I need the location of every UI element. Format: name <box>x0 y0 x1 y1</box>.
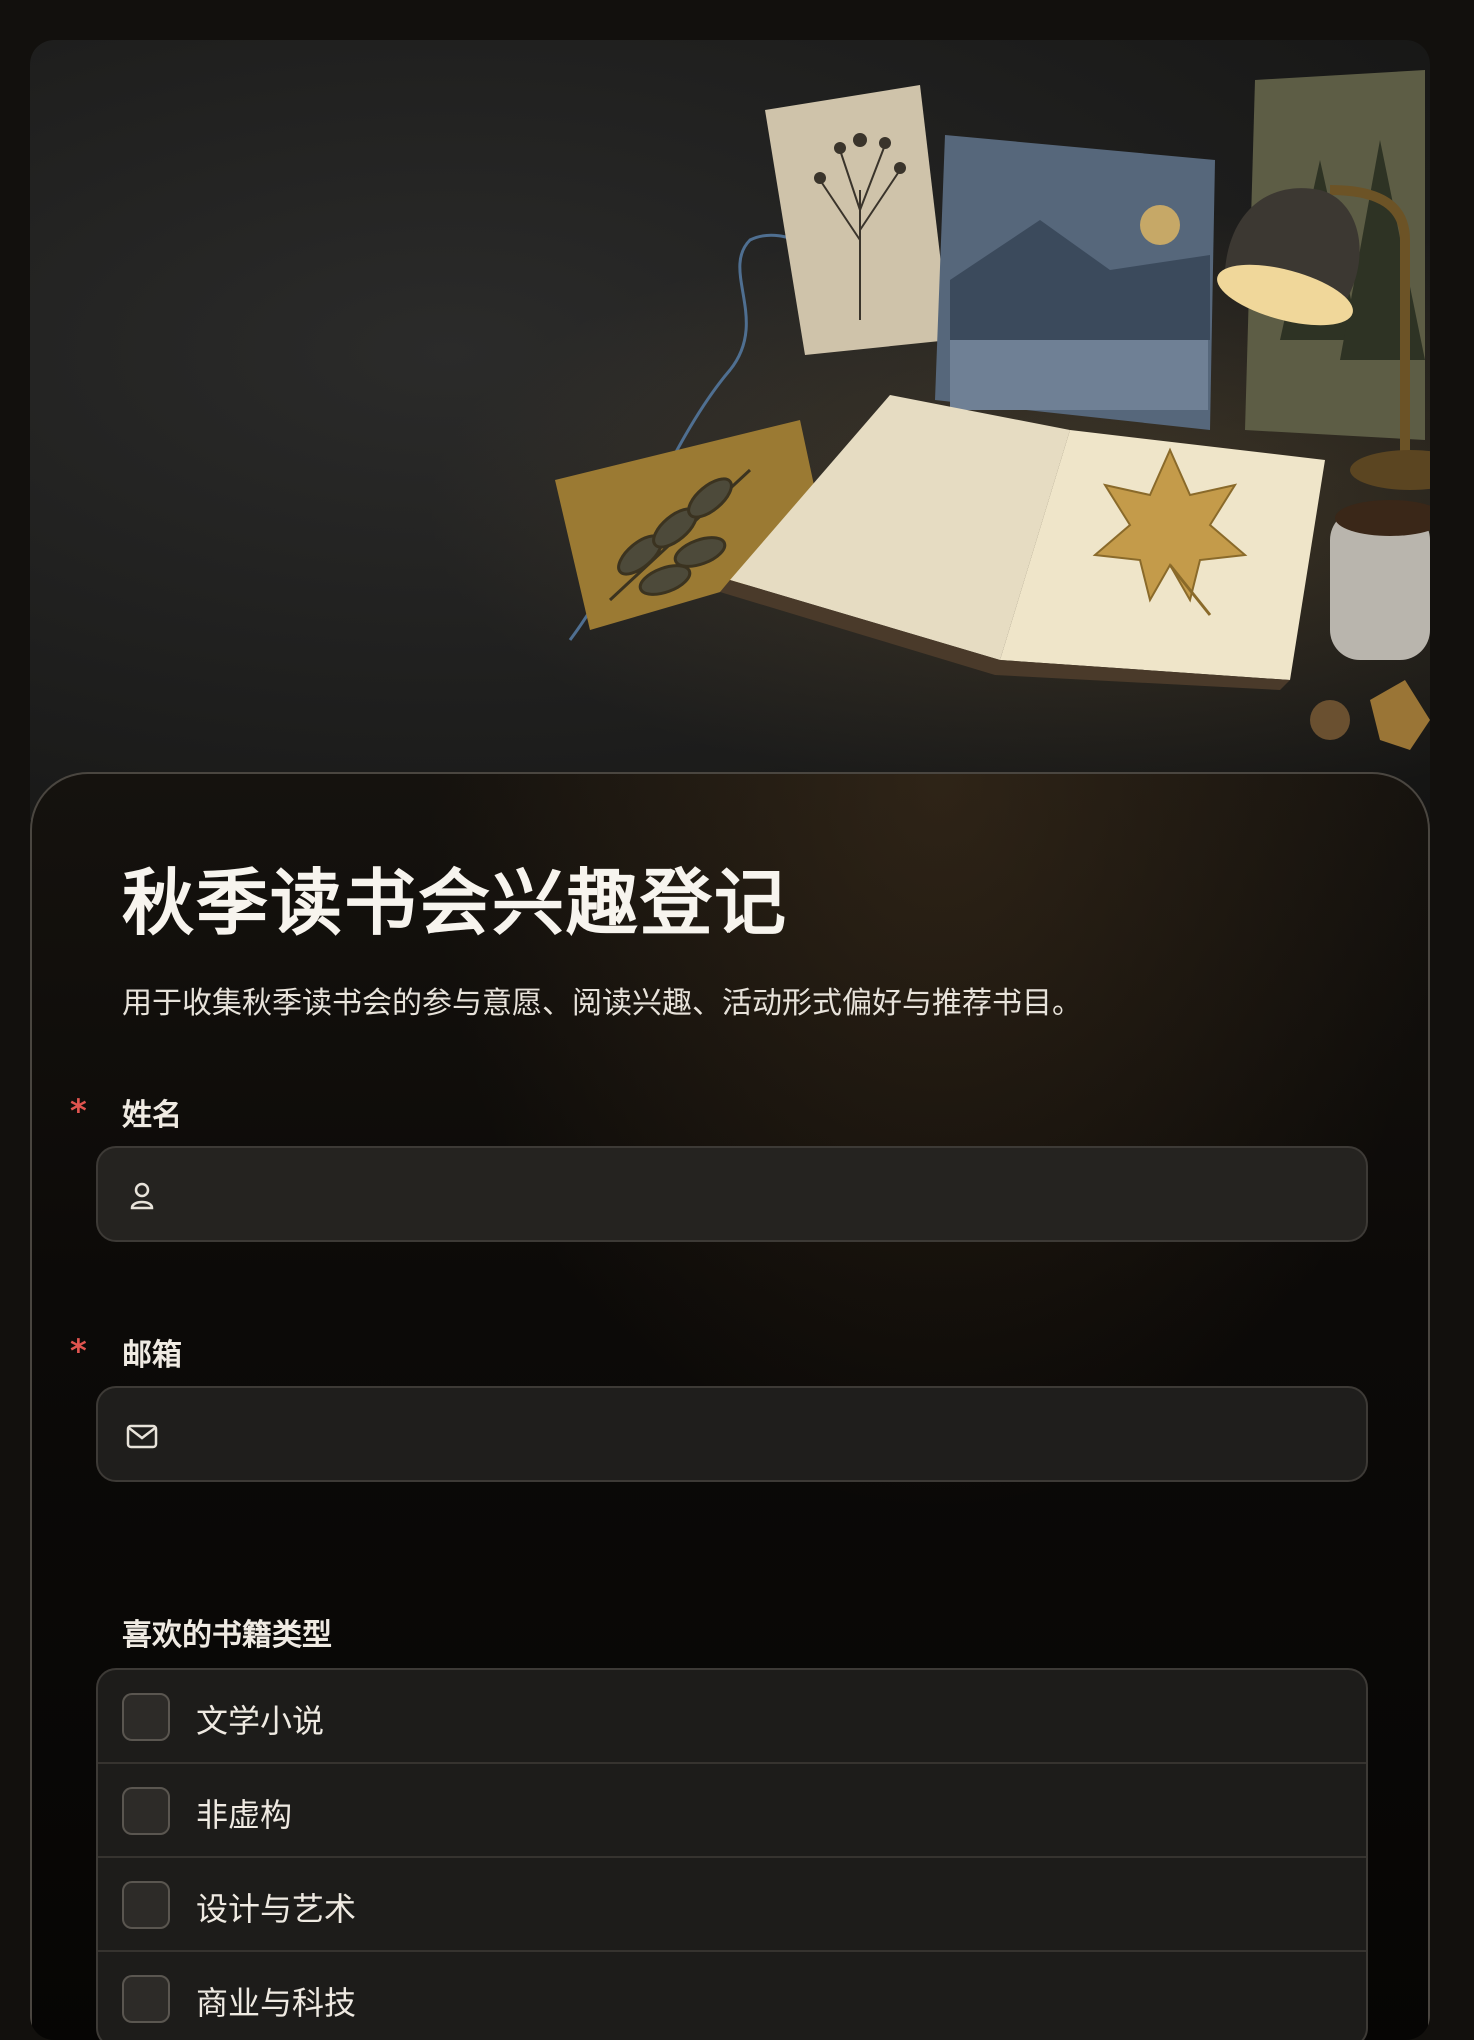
email-input[interactable] <box>178 1388 1346 1480</box>
hero-illustration <box>30 40 1430 820</box>
name-label: 姓名 <box>122 1098 182 1133</box>
user-icon <box>124 1178 160 1214</box>
form-card: 秋季读书会兴趣登记 用于收集秋季读书会的参与意愿、阅读兴趣、活动形式偏好与推荐书… <box>30 772 1430 2040</box>
required-asterisk: * <box>70 1332 87 1370</box>
mail-icon <box>124 1418 160 1454</box>
checkbox[interactable] <box>122 1693 170 1741</box>
genre-option-design-art[interactable]: 设计与艺术 <box>98 1858 1366 1952</box>
form-description: 用于收集秋季读书会的参与意愿、阅读兴趣、活动形式偏好与推荐书目。 <box>122 986 1082 1021</box>
option-label: 设计与艺术 <box>196 1890 357 1928</box>
checkbox[interactable] <box>122 1787 170 1835</box>
option-label: 非虚构 <box>196 1796 293 1834</box>
option-label: 商业与科技 <box>196 1984 357 2022</box>
name-input[interactable] <box>178 1148 1346 1240</box>
email-label: 邮箱 <box>122 1338 182 1373</box>
name-field[interactable] <box>96 1146 1368 1242</box>
checkbox[interactable] <box>122 1975 170 2023</box>
genre-option-business-tech[interactable]: 商业与科技 <box>98 1952 1366 2040</box>
genre-option-nonfiction[interactable]: 非虚构 <box>98 1764 1366 1858</box>
genre-option-literary-fiction[interactable]: 文学小说 <box>98 1670 1366 1764</box>
email-field[interactable] <box>96 1386 1368 1482</box>
genres-label: 喜欢的书籍类型 <box>122 1618 332 1653</box>
form-page: 秋季读书会兴趣登记 用于收集秋季读书会的参与意愿、阅读兴趣、活动形式偏好与推荐书… <box>30 40 1430 2040</box>
checkbox[interactable] <box>122 1881 170 1929</box>
genres-checkbox-group: 文学小说 非虚构 设计与艺术 商业与科技 <box>96 1668 1368 2040</box>
form-title: 秋季读书会兴趣登记 <box>122 861 789 945</box>
required-asterisk: * <box>70 1092 87 1130</box>
option-label: 文学小说 <box>196 1702 325 1740</box>
